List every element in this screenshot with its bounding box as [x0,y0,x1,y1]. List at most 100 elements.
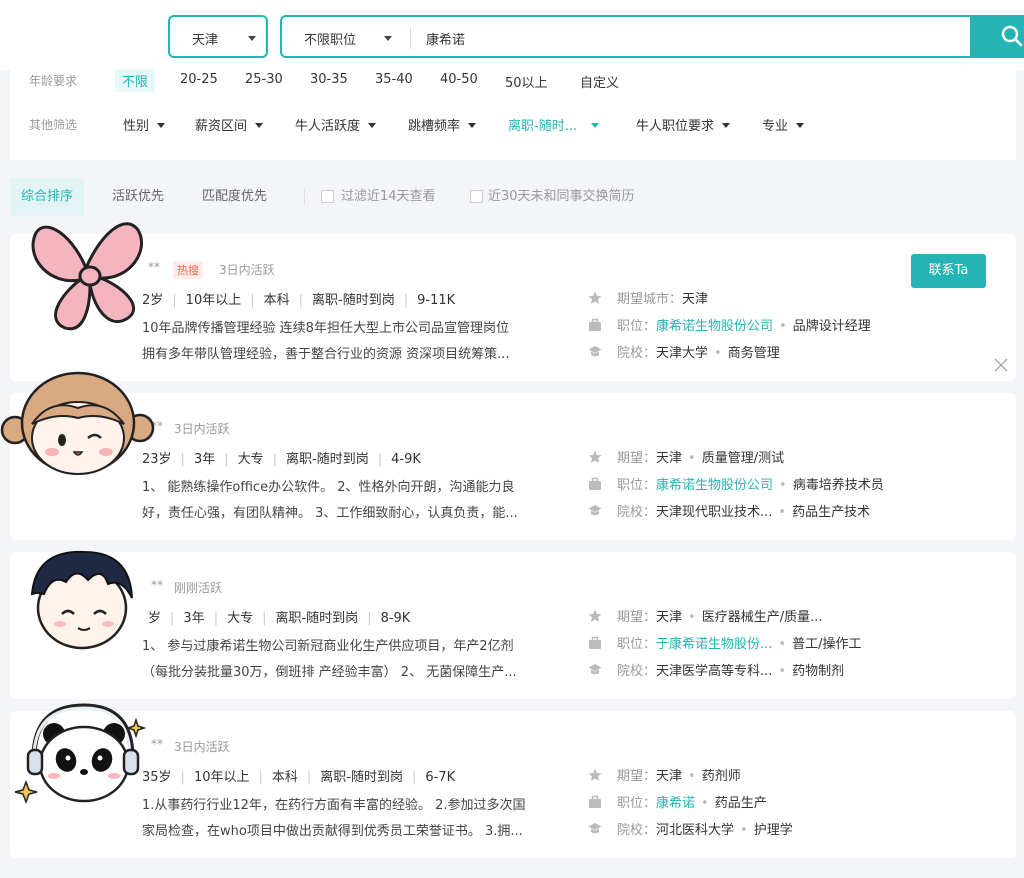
candidate-desc: 1、 参与过康希诺生物公司新冠商业化生产供应项目，年产2亿剂 [142,639,514,654]
education: 本科 [263,293,290,308]
expect-job: 质量管理/测试 [701,451,785,466]
expect-row: 期望：天津 • 医疗器械生产/质量... [588,606,822,625]
school-label: 院校： [617,505,657,520]
school-label: 院校： [617,664,657,679]
age-option[interactable]: 35-40 [375,72,413,87]
filter-30d-checkbox[interactable] [470,190,483,203]
divider [410,27,411,49]
job-hop-dropdown[interactable]: 跳槽频率 [408,115,477,134]
experience: 10年以上 [193,770,250,785]
expect-row: 期望：天津 • 药剂师 [588,765,741,784]
search-bar: 天津 不限职位 康希诺 [0,0,1024,70]
dropdown-label: 牛人职位要求 [636,119,715,134]
filter-14d-label: 过滤近14天查看 [341,189,436,204]
position-req-dropdown[interactable]: 牛人职位要求 [636,115,731,134]
age-option[interactable]: 20-25 [180,72,218,87]
dropdown-label: 性别 [123,119,150,134]
job-row: 职位：于康希诺生物股份... • 普工/操作工 [588,633,861,652]
candidate-meta: 岁 | 3年 | 大专 | 离职-随时到岗 | 8-9K [148,611,411,626]
candidate-card[interactable]: ** 3日内活跃 23岁 | 3年 | 大专 | 离职-随时到岗 | 4-9K 1、 能熟练操作… [10,393,1016,540]
company-link[interactable]: 康希诺 [656,796,695,811]
candidate-card[interactable]: ** 刚刚活跃 岁 | 3年 | 大专 | 离职-随时到岗 | 8-9K 1、 参与过康希诺生物… [10,552,1016,699]
age-option-custom[interactable]: 自定义 [580,72,619,91]
candidate-card[interactable]: ** 热搜 3日内活跃 2岁 | 10年以上 | 本科 | 离职-随时到岗 | 9-11K 10… [10,234,1016,381]
briefcase-icon [589,318,601,331]
company-link[interactable]: 康希诺生物股份公司 [656,319,773,334]
expect-city: 天津 [656,769,683,784]
experience: 10年以上 [185,293,242,308]
dropdown-label: 跳槽频率 [408,119,461,134]
expect-label: 期望： [617,769,657,784]
school-name: 河北医科大学 [656,823,735,838]
active-status: 3日内活跃 [174,740,230,754]
age-option[interactable]: 50以上 [505,72,548,91]
status: 离职-随时到岗 [286,452,369,467]
age-option[interactable]: 25-30 [245,72,283,87]
salary: 9-11K [417,293,456,308]
star-icon [588,450,602,463]
company-link[interactable]: 康希诺生物股份公司 [656,478,773,493]
age: 岁 [148,611,162,626]
briefcase-icon [589,795,601,808]
status-dropdown[interactable]: 离职-随时... [508,115,600,134]
age-option-any[interactable]: 不限 [115,69,156,92]
expect-job: 药剂师 [701,769,741,784]
major-dropdown[interactable]: 专业 [762,115,805,134]
caret-down-icon [468,123,477,128]
tab-match-first[interactable]: 匹配度优先 [202,178,267,216]
job-title: 病毒培养技术员 [792,478,884,493]
star-icon [588,768,602,781]
city-select[interactable]: 天津 [168,15,268,58]
expect-job: 医疗器械生产/质量... [701,610,823,625]
expect-label: 期望城市： [617,292,683,307]
search-keyword[interactable]: 康希诺 [426,29,465,48]
graduation-icon [588,664,602,675]
contact-button[interactable]: 联系Ta [911,254,986,288]
expect-label: 期望： [617,451,657,466]
dropdown-label: 薪资区间 [195,119,248,134]
hot-badge: 热搜 [173,261,203,279]
sort-bar: 综合排序 活跃优先 匹配度优先 过滤近14天查看 近30天未和同事交换简历 [10,178,1016,218]
position-select[interactable]: 不限职位 [304,29,356,48]
dropdown-label: 离职-随时... [508,119,578,134]
candidate-name: ** [151,737,163,751]
dropdown-label: 牛人活跃度 [295,119,361,134]
search-icon [1001,25,1023,47]
gender-dropdown[interactable]: 性别 [123,115,166,134]
major: 商务管理 [727,346,780,361]
job-row: 职位：康希诺 • 药品生产 [588,792,767,811]
search-button[interactable] [972,15,1024,58]
search-input[interactable]: 不限职位 康希诺 [280,15,972,58]
school-row: 院校：河北医科大学 • 护理学 [588,819,793,838]
candidate-desc: （每批分装批量30万，倒班排 产经验丰富） 2、 无菌保障生产... [142,665,517,680]
expect-row: 期望城市：天津 [588,288,708,307]
caret-down-icon [384,36,392,41]
activity-dropdown[interactable]: 牛人活跃度 [295,115,377,134]
dropdown-label: 专业 [762,119,789,134]
candidate-name: ** [151,578,163,592]
girl-sticker [0,371,155,475]
boy-sticker [30,550,133,650]
caret-down-icon [255,123,264,128]
candidate-desc: 家局检查，在who项目中做出贡献得到优秀员工荣誉证书。 3.拥... [142,824,523,839]
age-option[interactable]: 40-50 [440,72,478,87]
briefcase-icon [589,477,601,490]
expect-city: 天津 [682,292,709,307]
filter-14d-checkbox[interactable] [321,190,334,203]
expect-row: 期望：天津 • 质量管理/测试 [588,447,784,466]
company-link[interactable]: 于康希诺生物股份... [656,637,772,652]
age-option[interactable]: 30-35 [310,72,348,87]
major: 药品生产技术 [792,505,871,520]
caret-down-icon [368,123,377,128]
age-filter-label: 年龄要求 [29,74,78,88]
status: 离职-随时到岗 [320,770,403,785]
star-icon [588,291,602,304]
salary: 8-9K [380,611,411,626]
education: 大专 [237,452,264,467]
candidate-card[interactable]: ** 3日内活跃 35岁 | 10年以上 | 本科 | 离职-随时到岗 | 6-7K 1.从事药… [10,711,1016,858]
status: 离职-随时到岗 [312,293,395,308]
close-icon[interactable] [994,358,1008,372]
school-row: 院校：天津医学高等专科... • 药物制剂 [588,660,844,679]
other-filter-label: 其他筛选 [29,118,78,132]
salary-dropdown[interactable]: 薪资区间 [195,115,264,134]
